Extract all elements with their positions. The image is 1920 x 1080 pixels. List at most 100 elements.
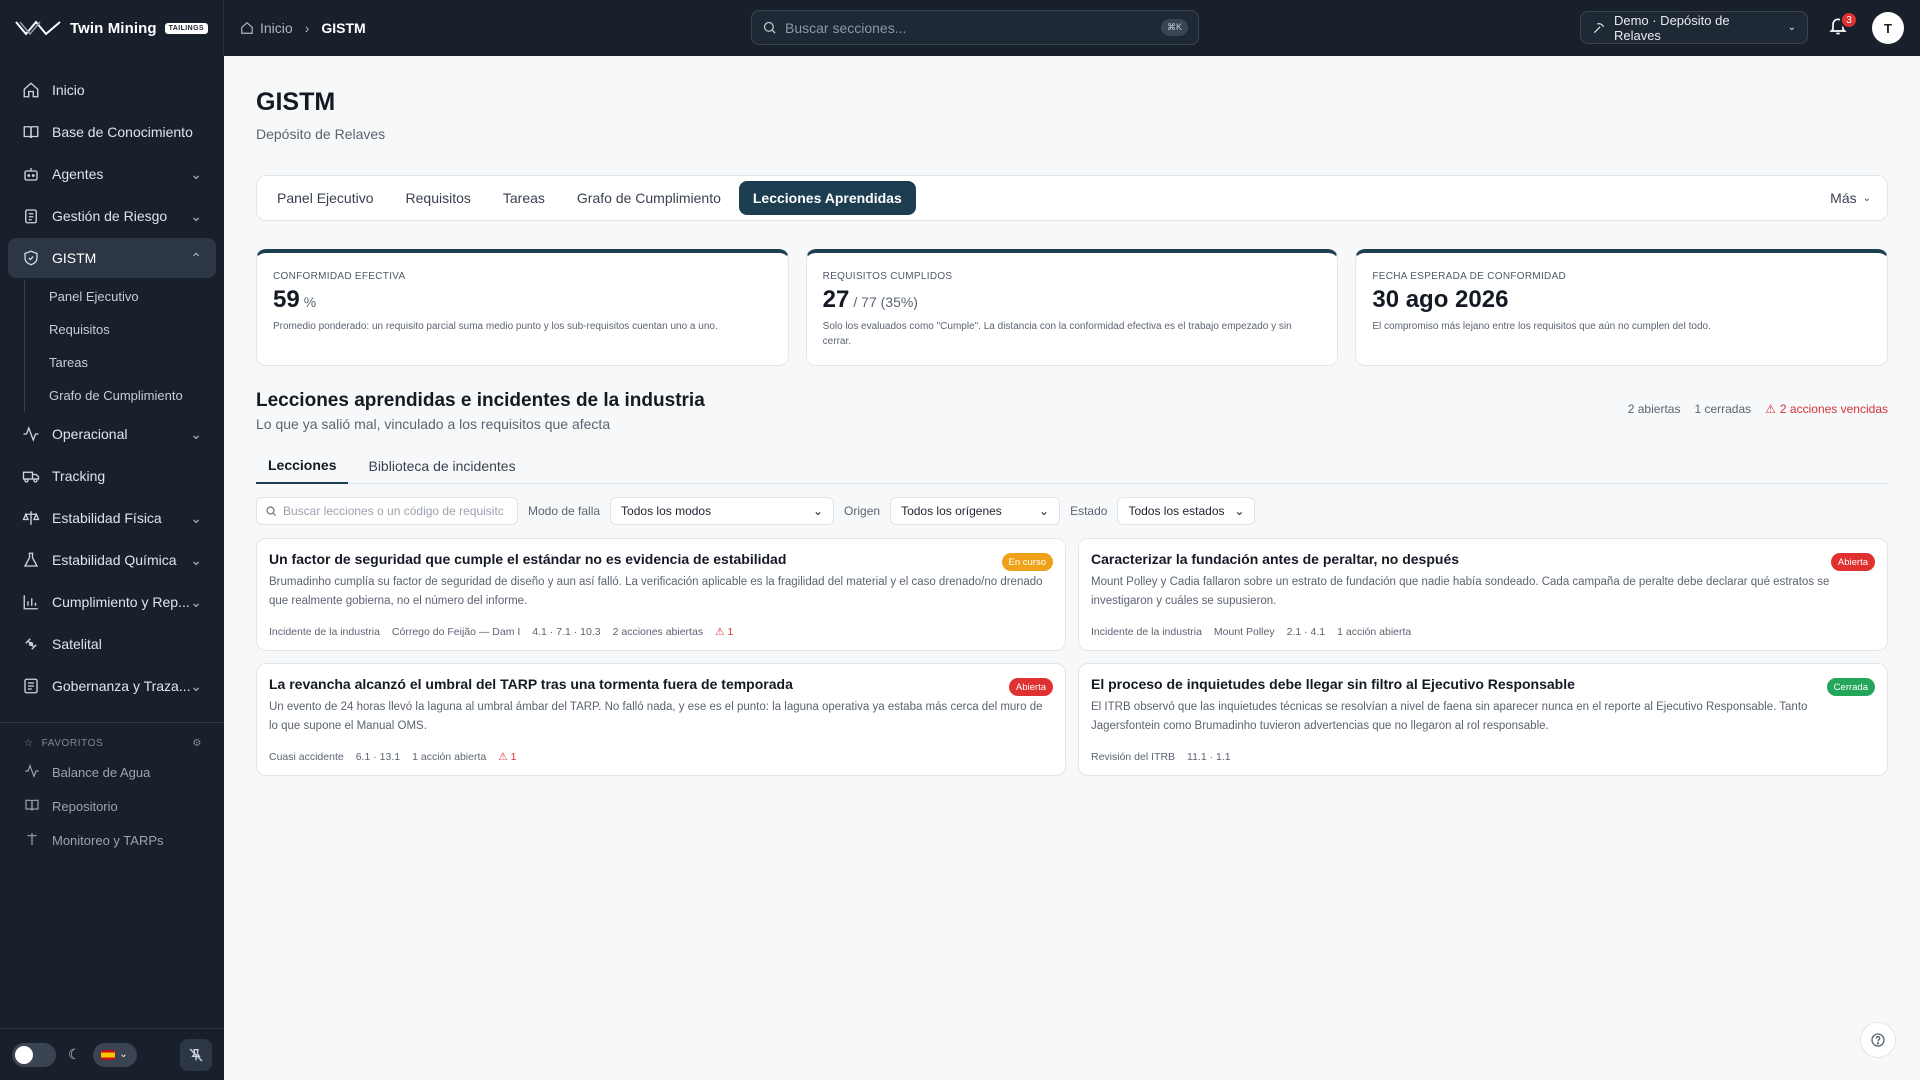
tab-lecciones-aprendidas[interactable]: Lecciones Aprendidas: [738, 181, 916, 215]
project-selector[interactable]: Demo · Depósito de Relaves ⌄: [1580, 11, 1808, 44]
lesson-card[interactable]: Un factor de seguridad que cumple el est…: [256, 538, 1066, 651]
sidebar-item-label: Agentes: [52, 166, 104, 182]
sidebar-item-tracking[interactable]: Tracking: [8, 456, 216, 496]
sidebar-item-label: Inicio: [52, 82, 85, 98]
kpi-value: 27 / 77 (35%): [823, 286, 1322, 314]
star-icon: ☆: [24, 737, 34, 749]
lesson-requirements: 2.1 · 4.1: [1286, 626, 1326, 638]
kpi-row: CONFORMIDAD EFECTIVA 59 % Promedio ponde…: [256, 249, 1889, 366]
sidebar-item-base-conocimiento[interactable]: Base de Conocimiento: [8, 112, 216, 152]
subtab-biblioteca[interactable]: Biblioteca de incidentes: [356, 448, 527, 484]
home-icon: [241, 21, 253, 34]
lessons-search-input[interactable]: [283, 504, 503, 518]
subnav-item-tareas[interactable]: Tareas: [25, 346, 224, 379]
sidebar-item-estabilidad-quimica[interactable]: Estabilidad Química ⌄: [8, 540, 216, 580]
sidebar-item-estabilidad-fisica[interactable]: Estabilidad Física ⌄: [8, 498, 216, 538]
favorite-item-balance-agua[interactable]: Balance de Agua: [0, 755, 224, 789]
tab-tareas[interactable]: Tareas: [489, 181, 559, 215]
lessons-search[interactable]: [256, 497, 518, 525]
top-bar: Twin Mining TAILINGS Inicio › GISTM Busc…: [0, 0, 1920, 56]
chevron-down-icon: ⌄: [119, 1049, 128, 1060]
sidebar-item-inicio[interactable]: Inicio: [8, 70, 216, 110]
satellite-icon: [22, 635, 40, 653]
lesson-meta: Revisión del ITRB 11.1 · 1.1: [1091, 751, 1231, 763]
chevron-up-icon: ⌃: [190, 249, 202, 266]
state-select[interactable]: Todos los estados ⌄: [1117, 497, 1256, 525]
search-icon: [763, 21, 776, 34]
lesson-origin: Incidente de la industria: [269, 626, 380, 638]
sidebar-item-satelital[interactable]: Satelital: [8, 624, 216, 664]
lesson-meta: Incidente de la industria Córrego do Fei…: [269, 626, 733, 638]
chevron-down-icon: ⌄: [190, 593, 202, 610]
favorite-item-repositorio[interactable]: Repositorio: [0, 789, 224, 823]
lesson-title: La revancha alcanzó el umbral del TARP t…: [269, 676, 793, 692]
unpin-sidebar-button[interactable]: [180, 1038, 212, 1071]
help-button[interactable]: [1860, 1022, 1896, 1058]
tabs-more-button[interactable]: Más ⌄: [1830, 190, 1881, 206]
subnav-item-grafo[interactable]: Grafo de Cumplimiento: [25, 379, 224, 412]
subnav-item-panel-ejecutivo[interactable]: Panel Ejecutivo: [25, 280, 224, 313]
lesson-origin: Cuasi accidente: [269, 751, 344, 763]
overdue-actions[interactable]: ⚠ 2 acciones vencidas: [1765, 402, 1888, 416]
favorite-item-monitoreo[interactable]: Monitoreo y TARPs: [0, 823, 224, 857]
subnav-item-requisitos[interactable]: Requisitos: [25, 313, 224, 346]
subtab-lecciones[interactable]: Lecciones: [256, 448, 349, 484]
chevron-down-icon: ⌄: [190, 165, 202, 182]
lesson-requirements: 4.1 · 7.1 · 10.3: [532, 626, 601, 638]
sidebar-item-cumplimiento[interactable]: Cumplimiento y Rep... ⌄: [8, 582, 216, 622]
user-avatar[interactable]: T: [1872, 12, 1904, 44]
kpi-card: CONFORMIDAD EFECTIVA 59 % Promedio ponde…: [256, 249, 789, 366]
warning-icon: ⚠: [1765, 402, 1776, 416]
notifications-button[interactable]: 3: [1828, 11, 1858, 40]
tab-grafo[interactable]: Grafo de Cumplimiento: [563, 181, 735, 215]
lesson-card[interactable]: El proceso de inquietudes debe llegar si…: [1078, 663, 1888, 776]
mode-label: Modo de falla: [528, 504, 601, 518]
bar-chart-icon: [22, 593, 40, 611]
lesson-source: Córrego do Feijão — Dam I: [391, 626, 521, 638]
scale-icon: [22, 509, 40, 527]
tab-requisitos[interactable]: Requisitos: [392, 181, 485, 215]
origin-select[interactable]: Todos los orígenes ⌄: [890, 497, 1061, 525]
brand-tag: TAILINGS: [164, 22, 208, 34]
gistm-tabs: Panel Ejecutivo Requisitos Tareas Grafo …: [256, 175, 1888, 221]
kpi-card: FECHA ESPERADA DE CONFORMIDAD 30 ago 202…: [1355, 249, 1889, 366]
lesson-description: Un evento de 24 horas llevó la laguna al…: [269, 701, 1043, 732]
sidebar-item-gistm[interactable]: GISTM ⌃: [8, 238, 216, 278]
chevron-down-icon: ⌄: [812, 504, 824, 518]
global-search[interactable]: Buscar secciones... ⌘K: [751, 10, 1199, 45]
lesson-title: Un factor de seguridad que cumple el est…: [269, 551, 787, 567]
lesson-actions: 1 acción abierta: [412, 751, 487, 763]
search-placeholder: Buscar secciones...: [785, 19, 907, 36]
tab-panel-ejecutivo[interactable]: Panel Ejecutivo: [263, 181, 388, 215]
sidebar-item-agentes[interactable]: Agentes ⌄: [8, 154, 216, 194]
lesson-card[interactable]: La revancha alcanzó el umbral del TARP t…: [256, 663, 1066, 776]
robot-icon: [22, 165, 40, 183]
sidebar-item-gobernanza[interactable]: Gobernanza y Traza... ⌄: [8, 666, 216, 706]
lesson-requirements: 6.1 · 13.1: [355, 751, 401, 763]
sidebar-item-gestion-riesgo[interactable]: Gestión de Riesgo ⌄: [8, 196, 216, 236]
sidebar-item-label: Operacional: [52, 426, 128, 442]
sliders-icon[interactable]: ⚙: [192, 738, 202, 749]
favorite-label: Monitoreo y TARPs: [52, 832, 164, 848]
kpi-value: 59 %: [273, 286, 772, 314]
language-selector[interactable]: ⌄: [92, 1042, 137, 1067]
tabs-more-label: Más: [1830, 190, 1857, 206]
lesson-card[interactable]: Caracterizar la fundación antes de peral…: [1078, 538, 1888, 651]
mode-select[interactable]: Todos los modos ⌄: [610, 497, 835, 525]
overdue-label: 2 acciones vencidas: [1779, 402, 1888, 416]
lesson-description: Brumadinho cumplía su factor de segurida…: [269, 576, 1043, 607]
brand[interactable]: Twin Mining TAILINGS: [0, 0, 224, 56]
main-content: GISTM Depósito de Relaves Panel Ejecutiv…: [224, 56, 1920, 1080]
brand-name: Twin Mining: [70, 19, 157, 37]
sidebar-item-label: Base de Conocimiento: [52, 124, 193, 140]
origin-label: Origen: [844, 504, 881, 518]
kpi-number: 30 ago 2026: [1372, 286, 1509, 313]
theme-toggle[interactable]: [12, 1042, 56, 1067]
kpi-number: 27: [822, 286, 850, 313]
search-icon: [266, 506, 276, 516]
overdue-count: 1: [510, 751, 517, 763]
sidebar-item-operacional[interactable]: Operacional ⌄: [8, 414, 216, 454]
project-label: Demo · Depósito de Relaves: [1613, 12, 1730, 43]
breadcrumb-home[interactable]: Inicio: [240, 20, 293, 36]
lesson-source: Mount Polley: [1213, 626, 1275, 638]
